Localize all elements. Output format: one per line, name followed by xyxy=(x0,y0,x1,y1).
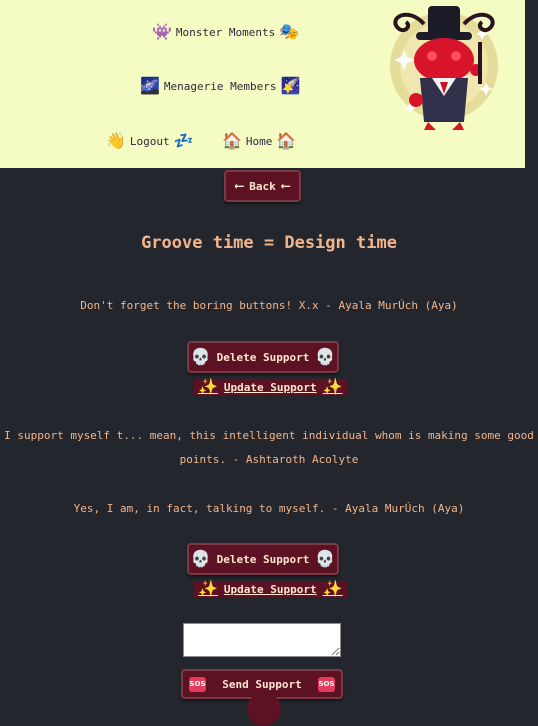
sparkles-icon: ✨ xyxy=(198,377,218,396)
page-title: Groove time = Design time xyxy=(141,233,397,253)
top-nav-bar: 👾 Monster Moments 🎭 🌌 Menagerie Members … xyxy=(0,0,525,168)
alien-monster-icon: 👾 xyxy=(152,22,172,41)
milky-way-icon: 🌌 xyxy=(140,76,160,95)
skull-icon: 💀 xyxy=(190,347,211,366)
nav-monster-moments[interactable]: 👾 Monster Moments 🎭 xyxy=(152,24,299,40)
nav-home-label: Home xyxy=(245,134,273,148)
support-textarea[interactable] xyxy=(183,623,341,657)
sparkles-icon: ✨ xyxy=(198,579,218,598)
delete-support-button[interactable]: 💀 Delete Support 💀 xyxy=(187,543,339,575)
sparkles-icon: ✨ xyxy=(322,377,343,396)
house-icon: 🏠 xyxy=(222,131,242,150)
update-support-label: Update Support xyxy=(223,380,317,394)
nav-monster-moments-label: Monster Moments xyxy=(175,25,276,39)
theater-masks-icon: 🎭 xyxy=(279,22,300,41)
delete-support-label: Delete Support xyxy=(216,350,310,364)
back-button-label: Back xyxy=(249,179,276,193)
update-support-link[interactable]: ✨ Update Support ✨ xyxy=(194,581,347,597)
nav-logout-label: Logout xyxy=(129,134,170,148)
cursor-indicator xyxy=(247,692,281,726)
send-support-label: Send Support xyxy=(222,677,302,691)
left-arrow-icon: ⟵ xyxy=(281,178,290,194)
nav-home[interactable]: 🏠 Home 🏠 xyxy=(222,133,296,149)
skull-icon: 💀 xyxy=(315,549,336,568)
support-message: Don't forget the boring buttons! X.x - A… xyxy=(80,299,458,312)
shooting-star-icon: 🌠 xyxy=(280,76,301,95)
nav-logout[interactable]: 👋 Logout 💤 xyxy=(106,133,194,149)
sleep-icon: 💤 xyxy=(173,131,194,150)
waving-hand-icon: 👋 xyxy=(106,131,126,150)
nav-menagerie-members[interactable]: 🌌 Menagerie Members 🌠 xyxy=(140,78,300,94)
sparkles-icon: ✨ xyxy=(322,579,343,598)
support-message: I support myself t... mean, this intelli… xyxy=(4,429,534,466)
sos-icon: SOS xyxy=(317,676,335,692)
support-message: Yes, I am, in fact, talking to myself. -… xyxy=(73,502,465,515)
mascot-illustration xyxy=(390,6,498,130)
sos-icon: SOS xyxy=(189,676,206,692)
update-support-link[interactable]: ✨ Update Support ✨ xyxy=(194,379,347,395)
skull-icon: 💀 xyxy=(315,347,336,366)
left-arrow-icon: ⟵ xyxy=(235,178,244,194)
nav-menagerie-members-label: Menagerie Members xyxy=(163,79,277,93)
skull-icon: 💀 xyxy=(190,549,211,568)
update-support-label: Update Support xyxy=(223,582,317,596)
house-icon: 🏠 xyxy=(276,131,297,150)
delete-support-button[interactable]: 💀 Delete Support 💀 xyxy=(187,341,339,373)
back-button[interactable]: ⟵ Back ⟵ xyxy=(224,170,301,202)
delete-support-label: Delete Support xyxy=(216,552,310,566)
